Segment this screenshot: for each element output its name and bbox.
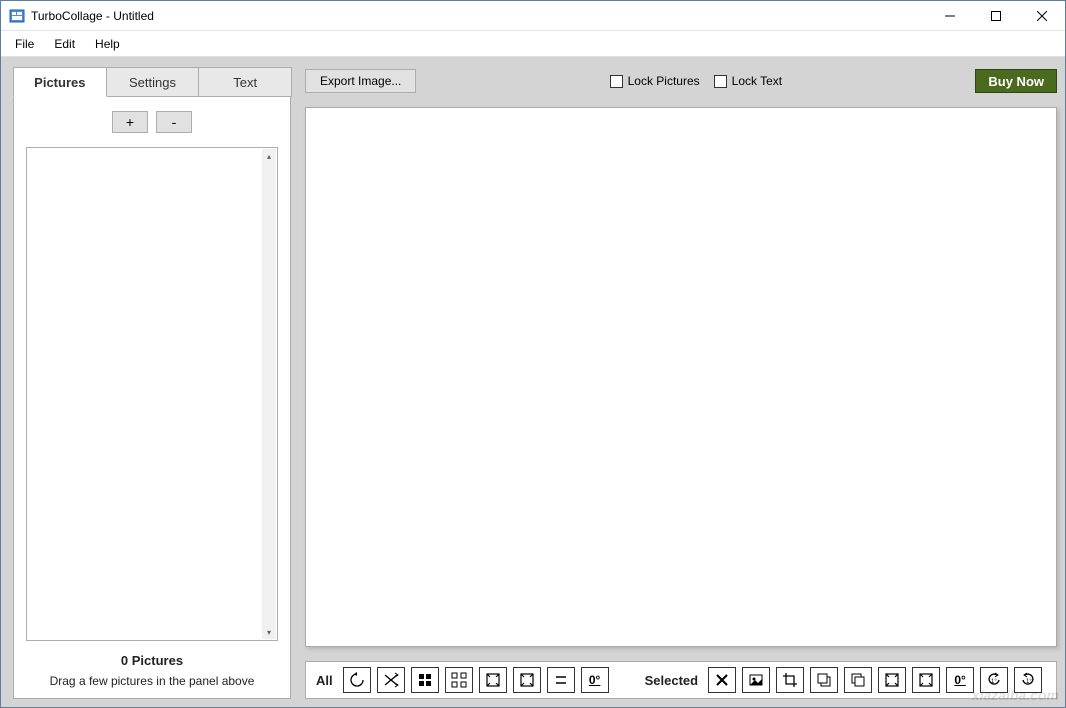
picture-count: 0 Pictures bbox=[121, 653, 183, 668]
pictures-tab-body: + - ▴ ▾ 0 Pictures Drag a few pictures i… bbox=[13, 97, 291, 699]
lock-text-checkbox[interactable]: Lock Text bbox=[714, 74, 782, 88]
export-button[interactable]: Export Image... bbox=[305, 69, 416, 93]
tab-settings[interactable]: Settings bbox=[106, 67, 200, 97]
menu-file[interactable]: File bbox=[5, 34, 44, 54]
fit-in-selected-button[interactable] bbox=[912, 667, 940, 693]
bottom-toolbar: All bbox=[305, 661, 1057, 699]
right-panel: Export Image... Lock Pictures Lock Text … bbox=[305, 67, 1057, 699]
checkbox-icon bbox=[714, 75, 727, 88]
shuffle-all-button[interactable] bbox=[377, 667, 405, 693]
scroll-down-icon[interactable]: ▾ bbox=[262, 625, 276, 639]
tab-bar: Pictures Settings Text bbox=[13, 67, 291, 97]
tab-pictures[interactable]: Pictures bbox=[13, 67, 107, 97]
reset-rotation-selected-button[interactable]: 0° bbox=[946, 667, 974, 693]
titlebar: TurboCollage - Untitled bbox=[1, 1, 1065, 31]
equalize-all-button[interactable] bbox=[547, 667, 575, 693]
zero-deg-label: 0° bbox=[589, 673, 600, 687]
bring-front-button[interactable] bbox=[810, 667, 838, 693]
selected-label: Selected bbox=[645, 673, 698, 688]
menu-help[interactable]: Help bbox=[85, 34, 130, 54]
image-selected-button[interactable] bbox=[742, 667, 770, 693]
picture-list[interactable]: ▴ ▾ bbox=[26, 147, 278, 641]
picture-buttons: + - bbox=[112, 111, 192, 133]
buy-now-button[interactable]: Buy Now bbox=[975, 69, 1057, 93]
window-controls bbox=[927, 1, 1065, 30]
svg-text:1°: 1° bbox=[1026, 679, 1032, 685]
left-panel: Pictures Settings Text + - ▴ ▾ 0 Picture… bbox=[13, 67, 291, 699]
zero-deg-label: 0° bbox=[954, 673, 965, 687]
crop-selected-button[interactable] bbox=[776, 667, 804, 693]
rotate-cw-button[interactable]: 1° bbox=[1014, 667, 1042, 693]
grid-gap-all-button[interactable] bbox=[445, 667, 473, 693]
fit-out-all-button[interactable] bbox=[479, 667, 507, 693]
checkbox-icon bbox=[610, 75, 623, 88]
lock-text-label: Lock Text bbox=[732, 74, 782, 88]
menu-edit[interactable]: Edit bbox=[44, 34, 85, 54]
delete-selected-button[interactable] bbox=[708, 667, 736, 693]
app-window: TurboCollage - Untitled File Edit Help P… bbox=[0, 0, 1066, 708]
reset-rotation-all-button[interactable]: 0° bbox=[581, 667, 609, 693]
rotate-ccw-button[interactable]: 1° bbox=[980, 667, 1008, 693]
lock-pictures-label: Lock Pictures bbox=[628, 74, 700, 88]
top-toolbar: Export Image... Lock Pictures Lock Text … bbox=[305, 67, 1057, 95]
all-label: All bbox=[316, 673, 333, 688]
close-button[interactable] bbox=[1019, 1, 1065, 30]
picture-hint: Drag a few pictures in the panel above bbox=[50, 674, 255, 688]
send-back-button[interactable] bbox=[844, 667, 872, 693]
maximize-button[interactable] bbox=[973, 1, 1019, 30]
scroll-up-icon[interactable]: ▴ bbox=[262, 149, 276, 163]
refresh-all-button[interactable] bbox=[343, 667, 371, 693]
content-area: Pictures Settings Text + - ▴ ▾ 0 Picture… bbox=[1, 57, 1065, 707]
fit-out-selected-button[interactable] bbox=[878, 667, 906, 693]
svg-text:1°: 1° bbox=[991, 679, 997, 685]
add-picture-button[interactable]: + bbox=[112, 111, 148, 133]
tab-text[interactable]: Text bbox=[198, 67, 292, 97]
lock-pictures-checkbox[interactable]: Lock Pictures bbox=[610, 74, 700, 88]
grid-all-button[interactable] bbox=[411, 667, 439, 693]
app-icon bbox=[9, 8, 25, 24]
menubar: File Edit Help bbox=[1, 31, 1065, 57]
fit-in-all-button[interactable] bbox=[513, 667, 541, 693]
collage-canvas[interactable] bbox=[305, 107, 1057, 647]
minimize-button[interactable] bbox=[927, 1, 973, 30]
lock-options: Lock Pictures Lock Text bbox=[610, 74, 783, 88]
remove-picture-button[interactable]: - bbox=[156, 111, 192, 133]
picture-list-scrollbar[interactable]: ▴ ▾ bbox=[262, 149, 276, 639]
window-title: TurboCollage - Untitled bbox=[31, 9, 927, 23]
